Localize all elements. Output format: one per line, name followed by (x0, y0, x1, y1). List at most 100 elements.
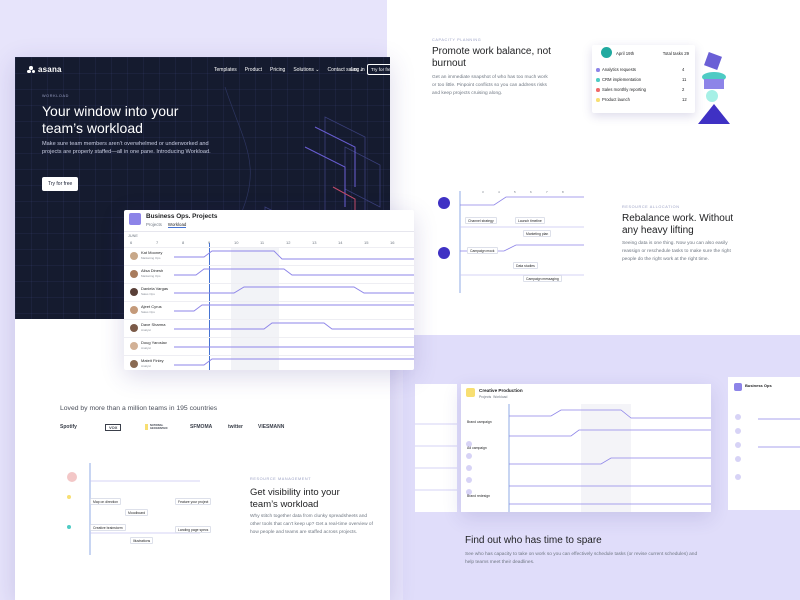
tasks-card: April 19th Total tasks 29 Analytics requ… (592, 45, 695, 113)
row-label: Brand redesign (467, 494, 490, 498)
card-title: Creative Production (479, 388, 523, 393)
task-pill: Campaign mock (467, 247, 498, 254)
twitter-logo: twitter (228, 424, 243, 430)
avatar (130, 270, 138, 278)
hero-eyebrow: WORKLOAD (42, 94, 69, 98)
svg-text:6: 6 (530, 190, 532, 194)
top-right-panel: CAPACITY PLANNING Promote work balance, … (387, 0, 800, 335)
day-label: 7 (156, 240, 159, 245)
national-geographic-logo: NATIONAL GEOGRAPHIC (145, 424, 173, 430)
day-label: 10 (234, 240, 239, 245)
svg-text:3: 3 (482, 190, 484, 194)
creative-production-card: Creative Production Projects Workload Br… (461, 384, 711, 512)
nav-product[interactable]: Product (245, 67, 262, 73)
avatar (130, 252, 138, 260)
workload-header: Business Ops. Projects Projects Workload (124, 210, 414, 232)
vox-logo: VOX (105, 424, 122, 431)
tasks-total: Total tasks 29 (662, 51, 689, 56)
avatar (601, 47, 612, 58)
tab-projects[interactable]: Projects (146, 222, 162, 228)
project-icon (129, 213, 141, 225)
task-item: CRM implementation 11 (596, 77, 686, 82)
task-item: Analytics requests 4 (596, 67, 684, 72)
sfmoma-logo: SFMOMA (190, 424, 213, 430)
spotify-logo: Spotify (60, 424, 77, 430)
tab-workload[interactable]: Workload (493, 395, 507, 399)
task-item: Sales monthly reporting 2 (596, 87, 684, 92)
svg-text:7: 7 (546, 190, 548, 194)
project-icon (466, 388, 475, 397)
nav-try-button[interactable]: Try for free (367, 64, 390, 75)
top-nav: asana Templates Product Pricing Solution… (15, 63, 390, 77)
capacity-title: Promote work balance, not burnout (432, 46, 551, 69)
spare-body: See who has capacity to take on work so … (465, 552, 698, 565)
task-pill: Campaign messaging (523, 275, 562, 282)
day-header: 6 7 8 9 10 11 12 13 14 15 16 (124, 240, 414, 246)
day-label: 11 (260, 240, 265, 245)
allocation-eyebrow: RESOURCE ALLOCATION (622, 205, 680, 209)
day-label: 13 (312, 240, 317, 245)
svg-text:5: 5 (514, 190, 516, 194)
left-preview-card (415, 384, 457, 512)
avatar (130, 360, 138, 368)
task-pill: Channel strategy (465, 217, 497, 224)
dot-icon (596, 88, 600, 92)
hero-title: Your window into your team’s workload (42, 103, 179, 136)
nav-solutions[interactable]: Solutions ⌄ (293, 67, 319, 73)
task-pill: Creative brainstorm (90, 524, 126, 531)
workload-card: Business Ops. Projects Projects Workload… (124, 210, 414, 370)
allocation-title: Rebalance work. Without any heavy liftin… (622, 213, 734, 236)
resource-title: Get visibility into your team’s workload (250, 487, 340, 510)
day-label: 15 (364, 240, 369, 245)
nav-links: Templates Product Pricing Solutions ⌄ Co… (214, 67, 363, 73)
task-pill: Illustrations (130, 537, 154, 544)
login-link[interactable]: Log in (351, 67, 365, 73)
task-pill: Map on direction (90, 498, 122, 505)
avatar (130, 306, 138, 314)
tasks-date: April 19th (616, 51, 635, 56)
side-card-title: Business Ops (745, 383, 772, 388)
hero-try-button[interactable]: Try for free (42, 177, 79, 191)
dot-icon (596, 98, 600, 102)
nav-pricing[interactable]: Pricing (270, 67, 285, 73)
nav-templates[interactable]: Templates (214, 67, 237, 73)
avatar (130, 342, 138, 350)
task-pill: Marketing plan (523, 230, 552, 237)
tab-projects[interactable]: Projects (479, 395, 491, 399)
day-label: 14 (338, 240, 343, 245)
allocation-body: Seeing data is one thing. Now you can al… (622, 241, 731, 262)
logo-text: asana (38, 65, 62, 74)
task-item: Product launch 12 (596, 97, 687, 102)
capacity-body: Get an immediate snapshot of who has too… (432, 75, 548, 96)
loved-by-text: Loved by more than a million teams in 19… (60, 405, 218, 412)
dot-icon (596, 78, 600, 82)
workload-tabs: Projects Workload (146, 222, 187, 228)
workload-lanes (174, 250, 414, 366)
svg-text:8: 8 (562, 190, 564, 194)
project-icon (734, 383, 742, 391)
month-label: JUNE (128, 234, 138, 238)
task-pill: Launch timeline (515, 217, 545, 224)
day-label: 6 (130, 240, 133, 245)
row-label: Brand campaign (467, 420, 492, 424)
dot-icon (596, 68, 600, 72)
task-pill: Data studies (513, 262, 538, 269)
spare-title: Find out who has time to spare (465, 535, 602, 546)
svg-text:4: 4 (498, 190, 500, 194)
resource-eyebrow: RESOURCE MANAGEMENT (250, 477, 312, 481)
card-tabs: Projects Workload (479, 395, 507, 399)
main-page: asana Templates Product Pricing Solution… (15, 57, 414, 600)
resource-body: Why stitch together data from clunky spr… (250, 514, 373, 535)
avatar (130, 288, 138, 296)
hero-body: Make sure team members aren’t overwhelme… (42, 141, 211, 156)
tab-workload[interactable]: Workload (167, 222, 187, 228)
row-label: Ad campaign (467, 446, 487, 450)
task-pill: Landing page specs (175, 526, 212, 533)
shapes-illustration (698, 52, 730, 124)
task-pill: Moodboard (125, 509, 149, 516)
business-ops-preview-card: Business Ops (728, 377, 800, 510)
asana-logo[interactable]: asana (27, 65, 62, 74)
day-label: 12 (286, 240, 291, 245)
avatar (130, 324, 138, 332)
day-label: 8 (182, 240, 185, 245)
